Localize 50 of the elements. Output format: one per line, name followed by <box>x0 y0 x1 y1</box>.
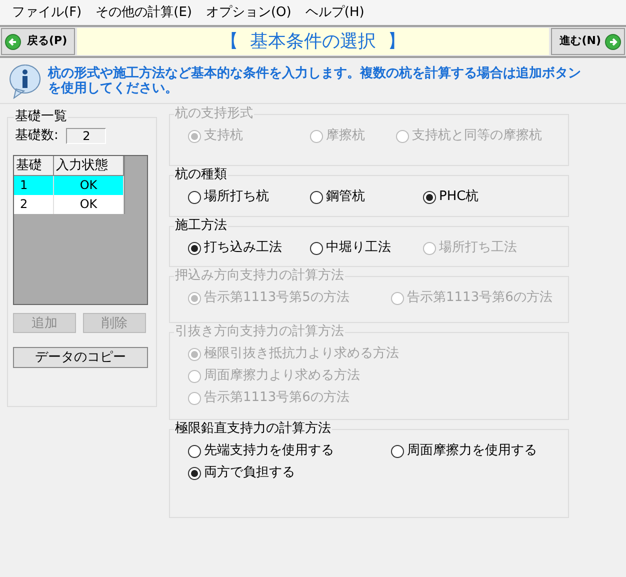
radio-label: 打ち込み工法 <box>204 239 282 258</box>
radio-label: 告示第1113号第6の方法 <box>204 389 350 408</box>
menu-item[interactable]: ファイル(F) <box>6 2 88 22</box>
back-button[interactable]: 戻る(P) <box>1 28 75 55</box>
info-text: 杭の形式や施工方法など基本的な条件を入力します。複数の杭を計算する場合は追加ボタンを使用してください。 <box>48 66 582 96</box>
radio-label: 両方で負担する <box>204 464 295 482</box>
count-label: 基礎数: <box>15 127 58 145</box>
radio-label: PHC杭 <box>439 188 479 206</box>
radio-label: 支持杭と同等の摩擦杭 <box>412 127 542 146</box>
table-cell: OK <box>54 194 124 214</box>
table-row[interactable]: 1 OK <box>14 176 125 194</box>
radio-label: 先端支持力を使用する <box>204 442 334 460</box>
radio-label: 周面摩擦力を使用する <box>407 442 537 460</box>
group-title: 施工方法 <box>174 218 228 234</box>
radio-label: 極限引抜き抵抗力より求める方法 <box>204 345 399 364</box>
page-title: 【 基本条件の選択 】 <box>77 28 549 55</box>
group-title: 極限鉛直支持力の計算方法 <box>174 421 332 437</box>
group-title: 引抜き方向支持力の計算方法 <box>174 324 345 340</box>
radio-button[interactable] <box>188 190 201 204</box>
radio-label: 場所打ち杭 <box>204 188 269 206</box>
radio-label: 支持杭 <box>204 127 243 146</box>
copy-data-button[interactable]: データのコピー <box>13 346 148 368</box>
count-field: 2 <box>66 128 106 144</box>
table-row[interactable]: 2 OK <box>14 194 125 214</box>
menu-item[interactable]: オプション(O) <box>200 2 298 22</box>
table-cell: 2 <box>14 194 54 214</box>
group-title: 杭の種類 <box>174 167 228 183</box>
menu-item[interactable]: その他の計算(E) <box>90 2 198 22</box>
radio-label: 中堀り工法 <box>326 239 391 258</box>
radio-label: 告示第1113号第6の方法 <box>407 289 552 308</box>
radio-button[interactable] <box>188 242 201 254</box>
radio-button[interactable] <box>310 242 323 254</box>
column-header: 入力状態 <box>54 156 124 174</box>
radio-label: 摩擦杭 <box>326 127 365 146</box>
radio-button[interactable] <box>188 444 201 458</box>
radio-label: 告示第1113号第5の方法 <box>204 289 350 308</box>
radio-button[interactable] <box>423 190 436 204</box>
radio-label: 周面摩擦力より求める方法 <box>204 367 360 386</box>
panel-title: 基礎一覧 <box>14 109 68 125</box>
radio-button[interactable] <box>188 466 201 480</box>
group-title: 杭の支持形式 <box>174 106 254 122</box>
radio-label: 場所打ち工法 <box>439 239 517 258</box>
next-button[interactable]: 進む(N) <box>551 28 625 55</box>
column-header: 基礎 <box>14 156 54 174</box>
radio-label: 鋼管杭 <box>326 188 365 206</box>
radio-button[interactable] <box>310 190 323 204</box>
menu-item[interactable]: ヘルプ(H) <box>299 2 370 22</box>
info-icon <box>8 62 42 98</box>
group-title: 押込み方向支持力の計算方法 <box>174 268 345 284</box>
radio-button[interactable] <box>391 444 404 458</box>
